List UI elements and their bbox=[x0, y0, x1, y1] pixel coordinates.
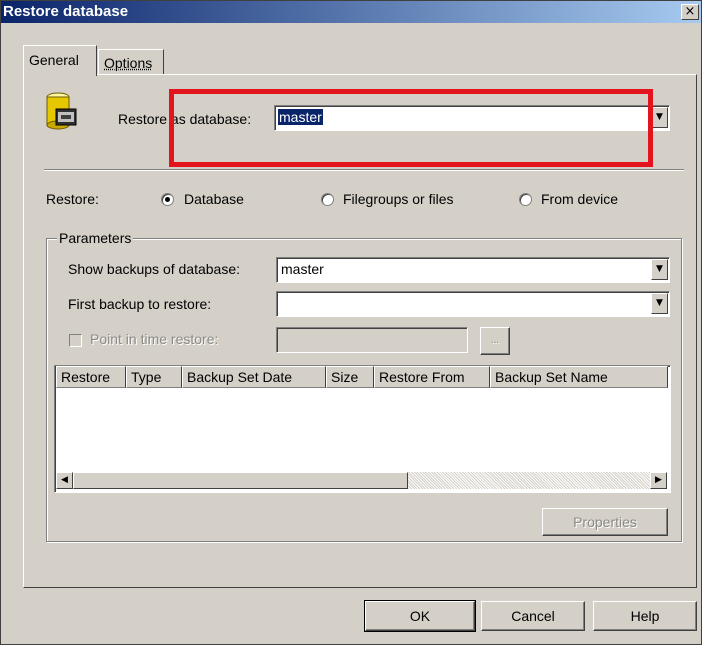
title-bar[interactable]: Restore database × bbox=[1, 1, 701, 23]
chevron-down-icon[interactable]: ▼ bbox=[651, 293, 668, 314]
point-in-time-checkbox[interactable] bbox=[69, 334, 82, 347]
show-backups-combo[interactable]: master ▼ bbox=[276, 257, 670, 283]
column-header-backup-set-date[interactable]: Backup Set Date bbox=[182, 366, 326, 388]
chevron-down-icon[interactable]: ▼ bbox=[651, 259, 668, 280]
column-header-size[interactable]: Size bbox=[326, 366, 374, 388]
help-button[interactable]: Help bbox=[593, 601, 697, 631]
ok-button-label: OK bbox=[409, 608, 431, 624]
tab-options[interactable]: Options bbox=[98, 49, 164, 75]
column-header-restore-from[interactable]: Restore From bbox=[374, 366, 490, 388]
scroll-left-icon[interactable]: ◀ bbox=[56, 472, 73, 489]
close-icon[interactable]: × bbox=[681, 4, 699, 20]
tab-general[interactable]: General bbox=[23, 45, 97, 76]
window-title: Restore database bbox=[3, 3, 129, 20]
point-in-time-browse-button[interactable]: ... bbox=[480, 327, 510, 355]
properties-button[interactable]: Properties bbox=[542, 508, 668, 536]
ok-button[interactable]: OK bbox=[364, 600, 476, 632]
parameters-group-title: Parameters bbox=[57, 230, 134, 246]
scrollbar-thumb[interactable] bbox=[73, 472, 408, 489]
column-header-backup-set-name[interactable]: Backup Set Name bbox=[490, 366, 668, 388]
column-header-type[interactable]: Type bbox=[126, 366, 182, 388]
radio-database-label[interactable]: Database bbox=[184, 191, 244, 207]
help-button-label: Help bbox=[630, 608, 660, 624]
properties-button-label: Properties bbox=[573, 514, 637, 530]
database-restore-icon bbox=[44, 91, 80, 131]
point-in-time-field[interactable] bbox=[276, 327, 468, 353]
radio-from-device-label[interactable]: From device bbox=[541, 191, 618, 207]
first-backup-label: First backup to restore: bbox=[68, 296, 212, 312]
scroll-right-icon[interactable]: ▶ bbox=[650, 472, 667, 489]
show-backups-value: master bbox=[281, 261, 324, 277]
column-header-restore[interactable]: Restore bbox=[56, 366, 126, 388]
tab-general-label: General bbox=[29, 52, 79, 68]
restore-label: Restore: bbox=[46, 191, 99, 207]
radio-database[interactable] bbox=[161, 193, 174, 206]
restore-database-dialog: Restore database × General Options Resto… bbox=[0, 0, 702, 645]
first-backup-combo[interactable]: ▼ bbox=[276, 291, 670, 317]
point-in-time-label: Point in time restore: bbox=[90, 331, 219, 347]
show-backups-label: Show backups of database: bbox=[68, 261, 241, 277]
backup-sets-grid[interactable]: Restore Type Backup Set Date Size Restor… bbox=[54, 365, 671, 493]
highlight-annotation-box bbox=[169, 89, 653, 167]
radio-filegroups-label[interactable]: Filegroups or files bbox=[343, 191, 454, 207]
separator bbox=[44, 169, 684, 171]
radio-filegroups[interactable] bbox=[321, 193, 334, 206]
tab-options-label: Options bbox=[104, 55, 153, 71]
cancel-button-label: Cancel bbox=[511, 608, 555, 624]
radio-from-device[interactable] bbox=[519, 193, 532, 206]
scrollbar-track[interactable] bbox=[408, 472, 650, 489]
browse-button-label: ... bbox=[490, 335, 500, 346]
chevron-down-icon[interactable]: ▼ bbox=[651, 107, 668, 128]
cancel-button[interactable]: Cancel bbox=[481, 601, 585, 631]
